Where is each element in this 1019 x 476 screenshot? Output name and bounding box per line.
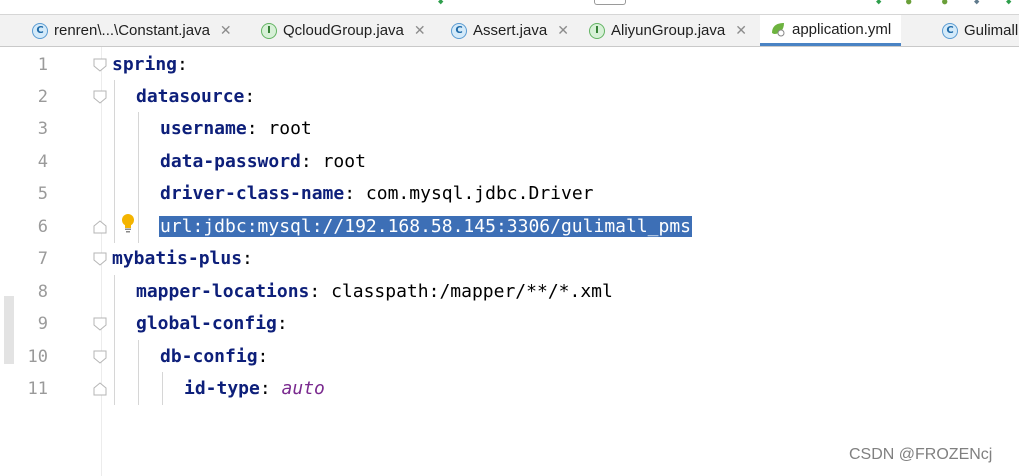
- fold-open-icon[interactable]: [93, 252, 107, 266]
- line-number: 9: [37, 314, 48, 334]
- editor-tab-bar: C renren\...\Constant.java ✕ I QcloudGro…: [0, 15, 1019, 47]
- line-number: 8: [37, 282, 48, 302]
- yaml-colon: :: [257, 346, 269, 367]
- java-class-icon: C: [32, 22, 48, 39]
- code-line[interactable]: id-type: auto: [184, 373, 325, 405]
- yaml-key: datasource: [136, 86, 245, 107]
- run-icon[interactable]: ◆: [876, 0, 881, 7]
- yaml-colon: :: [244, 86, 256, 107]
- yaml-colon: :: [259, 378, 282, 399]
- fold-open-icon[interactable]: [93, 350, 107, 364]
- yaml-key: driver-class-name: [160, 183, 345, 204]
- nav-arrow-icon[interactable]: ◆: [438, 0, 443, 7]
- code-line[interactable]: datasource:: [136, 81, 255, 113]
- yaml-key: id-type: [184, 378, 260, 399]
- java-interface-icon: I: [589, 22, 605, 39]
- line-number: 5: [37, 184, 48, 204]
- tab-aliyungroup-java[interactable]: I AliyunGroup.java ✕: [589, 15, 747, 46]
- debug-icon[interactable]: ●: [906, 0, 911, 7]
- fold-close-icon[interactable]: [93, 382, 107, 396]
- close-icon[interactable]: ✕: [557, 23, 569, 39]
- yaml-value: classpath:/mapper/**/*.xml: [331, 281, 613, 302]
- indent-guide: [138, 340, 139, 405]
- yaml-key: spring: [112, 54, 178, 75]
- yaml-key: mybatis-plus: [112, 248, 243, 269]
- yaml-colon: :: [300, 151, 323, 172]
- java-class-icon: C: [451, 22, 467, 39]
- tab-assert-java[interactable]: C Assert.java ✕: [451, 15, 569, 46]
- fold-open-icon[interactable]: [93, 90, 107, 104]
- yaml-colon: :: [309, 281, 332, 302]
- toolbar-strip: ◆ ● ● ◆ ◆ ◆: [0, 0, 1019, 15]
- tab-label: Gulimall: [964, 22, 1019, 39]
- coverage-icon[interactable]: ●: [942, 0, 947, 7]
- yaml-enum-value: auto: [281, 378, 325, 399]
- line-number: 6: [37, 217, 48, 237]
- yaml-value: root: [322, 151, 366, 172]
- yaml-colon: :: [242, 248, 253, 269]
- close-icon[interactable]: ✕: [735, 23, 747, 39]
- tab-gulimall[interactable]: C Gulimall: [942, 15, 1018, 46]
- left-tool-strip: [0, 47, 18, 476]
- spring-yml-icon: [770, 21, 786, 37]
- tab-label: application.yml: [792, 20, 892, 38]
- lightbulb-icon[interactable]: [120, 213, 136, 233]
- tab-label: QcloudGroup.java: [283, 22, 404, 39]
- line-number: 3: [37, 119, 48, 139]
- yaml-colon: :: [246, 118, 269, 139]
- java-interface-icon: I: [261, 22, 277, 39]
- profile-icon[interactable]: ◆: [974, 0, 979, 7]
- watermark: CSDN @FROZENcj: [849, 446, 993, 463]
- close-icon[interactable]: ✕: [220, 23, 232, 39]
- indent-guide: [138, 112, 139, 243]
- yaml-key: mapper-locations: [136, 281, 310, 302]
- code-line-selected[interactable]: url:jdbc:mysql://192.168.58.145:3306/gul…: [159, 211, 693, 243]
- line-number: 1: [37, 55, 48, 75]
- yaml-colon: :: [344, 183, 366, 204]
- tab-label: renren\...\Constant.java: [54, 22, 210, 39]
- code-line[interactable]: mybatis-plus:: [112, 243, 253, 275]
- toolbar-fragment: [594, 0, 626, 5]
- code-line[interactable]: db-config:: [160, 341, 268, 373]
- tab-qcloudgroup-java[interactable]: I QcloudGroup.java ✕: [261, 15, 426, 46]
- indent-guide: [162, 372, 163, 405]
- yaml-value: com.mysql.jdbc.Driver: [365, 183, 594, 204]
- yaml-colon: :: [276, 313, 288, 334]
- indent-guide: [114, 275, 115, 405]
- code-line[interactable]: data-password: root: [160, 146, 366, 178]
- fold-close-icon[interactable]: [93, 220, 107, 234]
- yaml-key: data-password: [160, 151, 301, 172]
- tab-label: AliyunGroup.java: [611, 22, 726, 39]
- selected-text[interactable]: url:jdbc:mysql://192.168.58.145:3306/gul…: [159, 216, 693, 237]
- close-icon[interactable]: ✕: [414, 23, 426, 39]
- code-line[interactable]: global-config:: [136, 308, 288, 340]
- line-number: 10: [27, 347, 48, 367]
- tab-application-yml[interactable]: application.yml: [760, 15, 902, 46]
- code-line[interactable]: mapper-locations: classpath:/mapper/**/*…: [136, 276, 613, 308]
- left-scrollbar-thumb[interactable]: [4, 296, 14, 364]
- line-number: 11: [27, 379, 48, 399]
- indent-guide: [114, 80, 115, 243]
- line-number: 2: [37, 87, 48, 107]
- fold-open-icon[interactable]: [93, 317, 107, 331]
- yaml-key: global-config: [136, 313, 277, 334]
- yaml-value: root: [268, 118, 312, 139]
- line-number: 4: [37, 152, 48, 172]
- tab-constant-java[interactable]: C renren\...\Constant.java ✕: [32, 15, 232, 46]
- yaml-key: db-config: [160, 346, 258, 367]
- build-icon[interactable]: ◆: [1006, 0, 1011, 7]
- yaml-key: username: [160, 118, 247, 139]
- code-line[interactable]: driver-class-name: com.mysql.jdbc.Driver: [160, 178, 594, 210]
- code-line[interactable]: spring:: [112, 49, 188, 81]
- line-number: 7: [37, 249, 48, 269]
- yaml-colon: :: [177, 54, 188, 75]
- fold-open-icon[interactable]: [93, 58, 107, 72]
- tab-label: Assert.java: [473, 22, 548, 39]
- code-line[interactable]: username: root: [160, 113, 312, 145]
- java-class-icon: C: [942, 22, 958, 39]
